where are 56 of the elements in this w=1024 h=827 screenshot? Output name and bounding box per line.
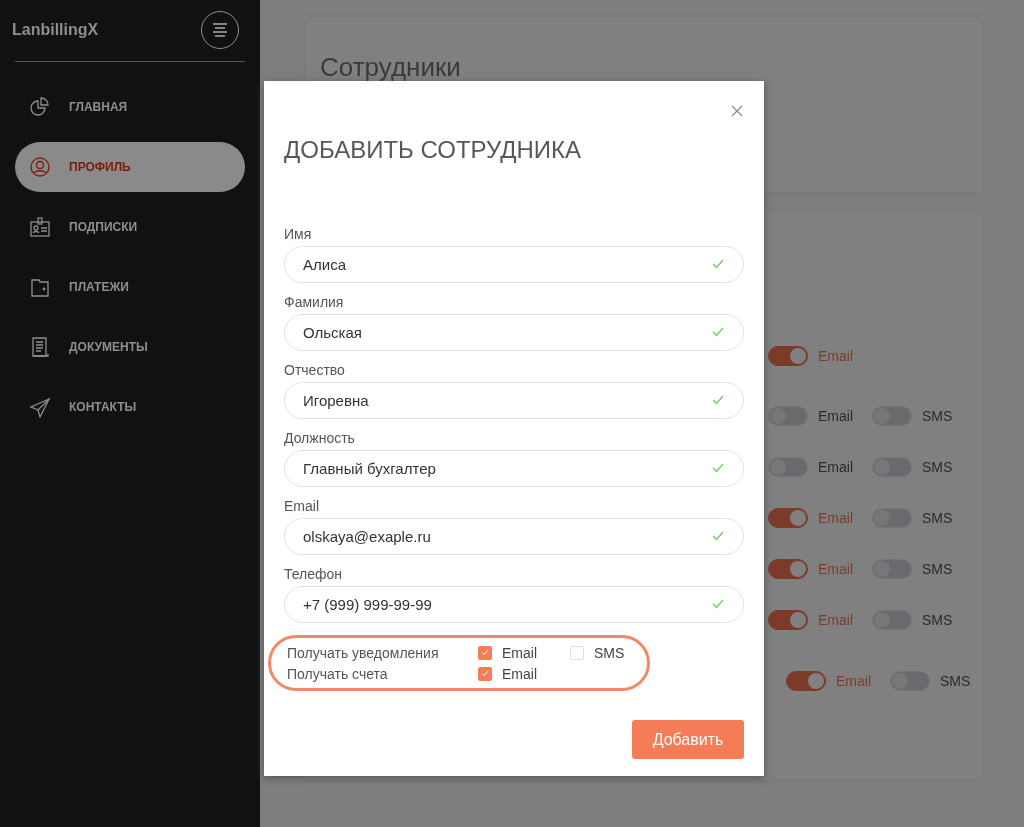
checkbox[interactable]: SMS: [570, 644, 662, 661]
sidebar-item[interactable]: ПОДПИСКИ: [15, 202, 245, 252]
close-icon: [730, 104, 744, 118]
toggle-switch[interactable]: [768, 558, 808, 579]
checkbox-box[interactable]: [478, 666, 492, 681]
option-label: Получать уведомления: [287, 644, 440, 661]
document-icon: [29, 336, 51, 358]
option-label: Получать счета: [287, 665, 389, 682]
wallet-icon: [29, 276, 51, 298]
field-label: Имя: [284, 226, 313, 242]
input-field[interactable]: olskaya@exaple.ru: [284, 518, 744, 555]
toggle-switch[interactable]: [768, 405, 808, 426]
user-icon: [29, 156, 51, 178]
input-field[interactable]: Алиса: [284, 246, 744, 283]
checkbox-box[interactable]: [478, 645, 492, 660]
page-title: Сотрудники: [320, 52, 462, 83]
app-logo: LanbillingX: [12, 21, 99, 39]
toggle-label: SMS: [922, 611, 953, 628]
field-label: Телефон: [284, 566, 344, 582]
paper-plane-icon: [29, 396, 51, 418]
id-card-icon: [29, 216, 51, 238]
checkbox[interactable]: Email: [478, 644, 570, 661]
field-label: Должность: [284, 430, 356, 446]
toggle-label: Email: [818, 458, 853, 475]
sidebar-item[interactable]: ПЛАТЕЖИ: [15, 262, 245, 312]
input-field[interactable]: Главный бухгалтер: [284, 450, 744, 487]
menu-icon: [212, 23, 228, 37]
input-field[interactable]: +7 (999) 999-99-99: [284, 586, 744, 623]
field-label: Фамилия: [284, 294, 345, 310]
pie-chart-icon: [29, 96, 51, 118]
toggle-switch[interactable]: [786, 670, 826, 691]
toggle-switch[interactable]: [768, 507, 808, 528]
close-button[interactable]: [730, 104, 744, 118]
sidebar-item[interactable]: ДОКУМЕНТЫ: [15, 322, 245, 372]
toggle-switch[interactable]: [768, 609, 808, 630]
toggle-label: Email: [836, 672, 871, 689]
toggle-label: Email: [818, 407, 853, 424]
input-field[interactable]: Ольская: [284, 314, 744, 351]
toggle-label: Email: [818, 348, 853, 364]
toggle-label: SMS: [922, 560, 953, 577]
toggle-switch[interactable]: [768, 346, 808, 366]
checkbox[interactable]: Email: [478, 665, 570, 682]
sidebar-item[interactable]: ГЛАВНАЯ: [15, 82, 245, 132]
toggle-label: Email: [818, 611, 853, 628]
toggle-label: SMS: [922, 407, 953, 424]
sidebar-item[interactable]: КОНТАКТЫ: [15, 382, 245, 432]
toggle-switch[interactable]: [768, 456, 808, 477]
field-label: Email: [284, 498, 320, 514]
toggle-label: SMS: [940, 672, 971, 689]
toggle-label: Email: [818, 560, 853, 577]
toggle-label: SMS: [922, 509, 953, 526]
dialog-title: ДОБАВИТЬ СОТРУДНИКА: [284, 136, 583, 164]
field-label: Отчество: [284, 362, 346, 378]
input-field[interactable]: Игоревна: [284, 382, 744, 419]
toggle-label: SMS: [922, 458, 953, 475]
toggle-label: Email: [818, 509, 853, 526]
